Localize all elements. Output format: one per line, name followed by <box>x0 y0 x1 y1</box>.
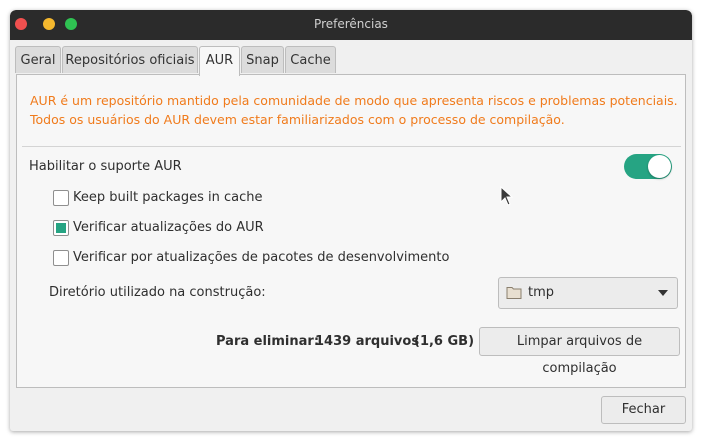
close-button[interactable]: Fechar <box>601 396 686 424</box>
tab-geral[interactable]: Geral <box>15 46 61 73</box>
keep-built-packages-label: Keep built packages in cache <box>73 190 263 205</box>
preferences-window: Preferências Geral Repositórios oficiais… <box>10 10 692 431</box>
dropdown-arrow-icon <box>658 290 668 296</box>
tab-snap[interactable]: Snap <box>241 46 284 73</box>
build-dir-combo[interactable]: tmp <box>498 277 678 309</box>
switch-knob <box>648 155 671 178</box>
window-title: Preferências <box>314 17 388 31</box>
enable-aur-label: Habilitar o suporte AUR <box>29 159 182 174</box>
titlebar: Preferências <box>10 10 692 40</box>
tab-aur[interactable]: AUR <box>199 46 240 76</box>
aur-panel: AUR é um repositório mantido pela comuni… <box>16 74 686 388</box>
divider <box>22 146 681 147</box>
folder-icon <box>506 287 522 299</box>
tab-cache[interactable]: Cache <box>285 46 336 73</box>
check-devel-updates-label: Verificar por atualizações de pacotes de… <box>73 250 450 265</box>
check-aur-updates-label: Verificar atualizações do AUR <box>73 220 264 235</box>
build-dir-value: tmp <box>528 285 555 300</box>
clean-build-files-button[interactable]: Limpar arquivos de compilação <box>479 327 680 376</box>
aur-warning: AUR é um repositório mantido pela comuni… <box>30 91 680 129</box>
build-dir-label: Diretório utilizado na construção: <box>49 285 266 300</box>
check-devel-updates-checkbox[interactable] <box>53 250 69 266</box>
aur-warning-line-2: Todos os usuários do AUR devem estar fam… <box>30 112 565 127</box>
remove-count: 1439 arquivos <box>315 334 420 349</box>
check-aur-updates-checkbox[interactable] <box>53 220 69 236</box>
aur-warning-line-1: AUR é um repositório mantido pela comuni… <box>30 93 678 108</box>
checkbox-mark <box>56 223 66 233</box>
remove-label: Para eliminar: <box>216 334 320 349</box>
mouse-cursor-icon <box>500 186 514 206</box>
tab-repositorios-oficiais[interactable]: Repositórios oficiais <box>62 46 198 73</box>
enable-aur-switch[interactable] <box>624 154 672 179</box>
remove-size: (1,6 GB) <box>414 334 475 349</box>
keep-built-packages-checkbox[interactable] <box>53 190 69 206</box>
